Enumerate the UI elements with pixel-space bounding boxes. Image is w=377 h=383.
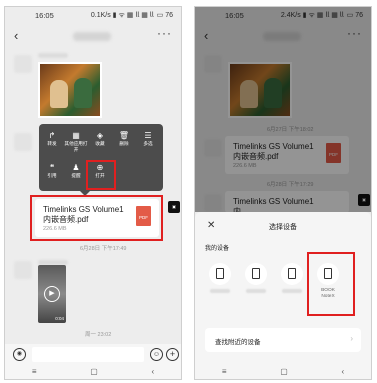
message-timestamp: 周一 23:02 xyxy=(85,332,112,338)
video-duration: 0:04 xyxy=(55,316,64,321)
status-time: 16:05 xyxy=(35,10,54,20)
status-battery: ▭ 76 xyxy=(156,12,173,19)
system-nav-bar: ≡ ▢ ‹ xyxy=(195,364,371,379)
menu-item-label: 多选 xyxy=(143,141,153,146)
quote-icon: ❝ xyxy=(49,163,55,172)
menu-item-quote[interactable]: ❝ 引用 xyxy=(40,162,64,179)
find-nearby-devices-row[interactable]: 查找附近的设备 › xyxy=(205,328,361,352)
bell-icon: ♟ xyxy=(72,163,80,172)
avatar[interactable] xyxy=(14,55,32,73)
menu-item-remind[interactable]: ♟ 提醒 xyxy=(64,162,88,179)
menu-item-favorite[interactable]: ◈ 收藏 xyxy=(88,130,112,147)
sheet-title: 选择设备 xyxy=(269,224,297,231)
back-icon[interactable]: ‹ xyxy=(14,28,18,43)
device-name-blurred xyxy=(282,289,302,293)
device-name-blurred xyxy=(210,289,230,293)
menu-icon[interactable]: ≡ xyxy=(32,367,37,376)
tablet-icon xyxy=(288,268,296,279)
menu-item-open-with-other-app[interactable]: ▦ 其他应用打开 xyxy=(64,130,88,153)
list-icon: ☰ xyxy=(144,131,152,140)
forward-icon: ↱ xyxy=(48,131,56,140)
plus-icon[interactable]: + xyxy=(166,348,179,361)
menu-item-multi-select[interactable]: ☰ 多选 xyxy=(136,130,160,147)
voice-icon[interactable]: ◉ xyxy=(13,348,26,361)
message-input[interactable] xyxy=(32,347,144,362)
modal-overlay[interactable] xyxy=(195,7,371,212)
menu-item-label: 删除 xyxy=(119,141,129,146)
device-option[interactable] xyxy=(245,263,267,293)
menu-item-forward[interactable]: ↱ 转发 xyxy=(40,130,64,147)
phone-screen-left: 16:05 0.1K/s ▮ ᯤ ▦ 𝗅𝗅 ▦ 𝗅𝗅 ▭ 76 ‹ ··· ↱ … xyxy=(4,6,182,380)
device-option[interactable] xyxy=(281,263,303,293)
tablet-icon xyxy=(216,268,224,279)
favorite-icon: ◈ xyxy=(96,131,104,140)
menu-icon[interactable]: ≡ xyxy=(222,367,227,376)
chevron-right-icon: › xyxy=(350,334,353,343)
chat-title-blurred xyxy=(73,32,111,41)
back-nav-icon[interactable]: ‹ xyxy=(151,367,154,376)
highlight-booknote-device xyxy=(307,252,355,316)
device-button[interactable] xyxy=(209,263,231,285)
image-figure xyxy=(74,78,92,108)
home-icon[interactable]: ▢ xyxy=(280,367,288,376)
more-icon[interactable]: ··· xyxy=(157,26,172,40)
back-nav-icon[interactable]: ‹ xyxy=(341,367,344,376)
status-network: 0.1K/s ▮ ᯤ ▦ 𝗅𝗅 ▦ 𝗅𝗅 xyxy=(90,11,154,19)
apps-icon: ▦ xyxy=(72,131,80,140)
highlight-file-message xyxy=(30,195,163,241)
highlight-open-button xyxy=(86,160,116,190)
message-timestamp: 6月28日 下午17:49 xyxy=(80,246,127,252)
device-name-blurred xyxy=(246,289,266,293)
sender-name-blurred xyxy=(38,53,68,58)
menu-item-label: 收藏 xyxy=(95,141,105,146)
my-devices-label: 我的设备 xyxy=(205,246,230,252)
menu-item-label: 引用 xyxy=(47,173,57,178)
tablet-icon xyxy=(252,268,260,279)
chat-input-bar: ◉ ☺ + xyxy=(5,344,181,366)
menu-item-label: 其他应用打开 xyxy=(64,141,88,152)
menu-item-delete[interactable]: 🗑 删除 xyxy=(112,130,136,147)
video-message[interactable]: ▶ 0:04 xyxy=(38,265,66,323)
find-nearby-label: 查找附近的设备 xyxy=(215,339,261,346)
status-bar: 16:05 0.1K/s ▮ ᯤ ▦ 𝗅𝗅 ▦ 𝗅𝗅 ▭ 76 xyxy=(5,7,181,23)
image-message[interactable] xyxy=(38,62,102,118)
system-nav-bar: ≡ ▢ ‹ xyxy=(5,364,181,379)
phone-screen-right: 16:05 2.4K/s ▮ ᯤ ▦ 𝗅𝗅 ▦ 𝗅𝗅 ▭ 76 ‹ ··· 6月… xyxy=(194,6,372,380)
play-icon[interactable]: ▶ xyxy=(44,286,60,302)
trash-icon: 🗑 xyxy=(118,131,130,140)
read-status-icon: ▣ xyxy=(168,201,180,213)
emoji-icon[interactable]: ☺ xyxy=(150,348,163,361)
home-icon[interactable]: ▢ xyxy=(90,367,98,376)
chat-header: ‹ ··· xyxy=(5,25,181,45)
device-button[interactable] xyxy=(245,263,267,285)
device-button[interactable] xyxy=(281,263,303,285)
image-figure xyxy=(50,80,68,108)
device-option[interactable] xyxy=(209,263,231,293)
menu-item-label: 提醒 xyxy=(71,173,81,178)
avatar[interactable] xyxy=(14,133,32,151)
select-device-sheet: ✕ 选择设备 我的设备 BOOK NoteX 查找附近的设备 › ≡ ▢ ‹ xyxy=(195,212,371,379)
menu-item-label: 转发 xyxy=(47,141,57,146)
avatar[interactable] xyxy=(14,261,32,279)
